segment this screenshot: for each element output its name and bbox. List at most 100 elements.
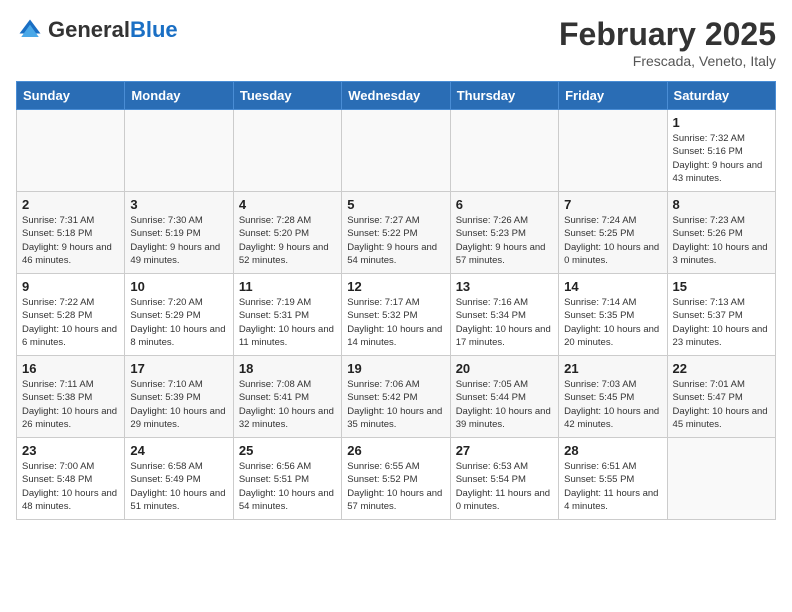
day-info: Sunrise: 6:58 AM Sunset: 5:49 PM Dayligh…: [130, 460, 227, 513]
calendar-day-cell: 2 Sunrise: 7:31 AM Sunset: 5:18 PM Daylig…: [17, 192, 125, 274]
day-info: Sunrise: 6:56 AM Sunset: 5:51 PM Dayligh…: [239, 460, 336, 513]
calendar-header-row: SundayMondayTuesdayWednesdayThursdayFrid…: [17, 82, 776, 110]
calendar-day-cell: [17, 110, 125, 192]
day-info: Sunrise: 6:51 AM Sunset: 5:55 PM Dayligh…: [564, 460, 661, 513]
day-of-week-header: Sunday: [17, 82, 125, 110]
calendar-day-cell: 14 Sunrise: 7:14 AM Sunset: 5:35 PM Dayli…: [559, 274, 667, 356]
calendar-day-cell: 4 Sunrise: 7:28 AM Sunset: 5:20 PM Daylig…: [233, 192, 341, 274]
day-info: Sunrise: 7:19 AM Sunset: 5:31 PM Dayligh…: [239, 296, 336, 349]
day-info: Sunrise: 7:05 AM Sunset: 5:44 PM Dayligh…: [456, 378, 553, 431]
calendar-day-cell: 26 Sunrise: 6:55 AM Sunset: 5:52 PM Dayli…: [342, 438, 450, 520]
day-info: Sunrise: 7:03 AM Sunset: 5:45 PM Dayligh…: [564, 378, 661, 431]
day-number: 11: [239, 279, 336, 294]
day-info: Sunrise: 7:13 AM Sunset: 5:37 PM Dayligh…: [673, 296, 770, 349]
calendar-day-cell: 19Sunrise: 7:06 AM Sunset: 5:42 PM Dayli…: [342, 356, 450, 438]
calendar-day-cell: 15 Sunrise: 7:13 AM Sunset: 5:37 PM Dayli…: [667, 274, 775, 356]
calendar-day-cell: [125, 110, 233, 192]
calendar-day-cell: 11 Sunrise: 7:19 AM Sunset: 5:31 PM Dayli…: [233, 274, 341, 356]
day-number: 6: [456, 197, 553, 212]
calendar-day-cell: 18 Sunrise: 7:08 AM Sunset: 5:41 PM Dayli…: [233, 356, 341, 438]
calendar-week-row: 9 Sunrise: 7:22 AM Sunset: 5:28 PM Daylig…: [17, 274, 776, 356]
day-info: Sunrise: 7:14 AM Sunset: 5:35 PM Dayligh…: [564, 296, 661, 349]
day-info: Sunrise: 7:28 AM Sunset: 5:20 PM Dayligh…: [239, 214, 336, 267]
day-info: Sunrise: 7:20 AM Sunset: 5:29 PM Dayligh…: [130, 296, 227, 349]
calendar-day-cell: 24 Sunrise: 6:58 AM Sunset: 5:49 PM Dayli…: [125, 438, 233, 520]
day-info: Sunrise: 7:17 AM Sunset: 5:32 PM Dayligh…: [347, 296, 444, 349]
location-text: Frescada, Veneto, Italy: [559, 53, 776, 69]
day-number: 16: [22, 361, 119, 376]
calendar-week-row: 2 Sunrise: 7:31 AM Sunset: 5:18 PM Daylig…: [17, 192, 776, 274]
day-info: Sunrise: 7:01 AM Sunset: 5:47 PM Dayligh…: [673, 378, 770, 431]
calendar-day-cell: [233, 110, 341, 192]
day-number: 19: [347, 361, 444, 376]
day-number: 18: [239, 361, 336, 376]
calendar-week-row: 1Sunrise: 7:32 AM Sunset: 5:16 PM Daylig…: [17, 110, 776, 192]
day-of-week-header: Friday: [559, 82, 667, 110]
calendar-day-cell: 22 Sunrise: 7:01 AM Sunset: 5:47 PM Dayli…: [667, 356, 775, 438]
day-number: 17: [130, 361, 227, 376]
day-info: Sunrise: 7:11 AM Sunset: 5:38 PM Dayligh…: [22, 378, 119, 431]
logo-blue-text: Blue: [130, 18, 178, 42]
calendar-day-cell: 12 Sunrise: 7:17 AM Sunset: 5:32 PM Dayli…: [342, 274, 450, 356]
day-number: 26: [347, 443, 444, 458]
day-number: 28: [564, 443, 661, 458]
calendar-day-cell: [342, 110, 450, 192]
day-number: 21: [564, 361, 661, 376]
logo: GeneralBlue: [16, 16, 178, 44]
calendar-day-cell: 13 Sunrise: 7:16 AM Sunset: 5:34 PM Dayli…: [450, 274, 558, 356]
day-number: 23: [22, 443, 119, 458]
calendar-week-row: 16 Sunrise: 7:11 AM Sunset: 5:38 PM Dayli…: [17, 356, 776, 438]
day-number: 14: [564, 279, 661, 294]
calendar-day-cell: 28 Sunrise: 6:51 AM Sunset: 5:55 PM Dayli…: [559, 438, 667, 520]
day-number: 4: [239, 197, 336, 212]
day-number: 24: [130, 443, 227, 458]
day-number: 20: [456, 361, 553, 376]
day-info: Sunrise: 7:32 AM Sunset: 5:16 PM Dayligh…: [673, 132, 770, 185]
calendar-week-row: 23 Sunrise: 7:00 AM Sunset: 5:48 PM Dayli…: [17, 438, 776, 520]
calendar-day-cell: 10Sunrise: 7:20 AM Sunset: 5:29 PM Dayli…: [125, 274, 233, 356]
title-block: February 2025 Frescada, Veneto, Italy: [559, 16, 776, 69]
day-of-week-header: Wednesday: [342, 82, 450, 110]
calendar-day-cell: 9 Sunrise: 7:22 AM Sunset: 5:28 PM Daylig…: [17, 274, 125, 356]
page-header: GeneralBlue February 2025 Frescada, Vene…: [16, 16, 776, 69]
calendar-day-cell: 6Sunrise: 7:26 AM Sunset: 5:23 PM Daylig…: [450, 192, 558, 274]
day-number: 22: [673, 361, 770, 376]
day-number: 15: [673, 279, 770, 294]
day-number: 12: [347, 279, 444, 294]
logo-general-text: General: [48, 18, 130, 42]
logo-icon: [16, 16, 44, 44]
calendar-day-cell: 8 Sunrise: 7:23 AM Sunset: 5:26 PM Daylig…: [667, 192, 775, 274]
day-info: Sunrise: 7:10 AM Sunset: 5:39 PM Dayligh…: [130, 378, 227, 431]
day-of-week-header: Thursday: [450, 82, 558, 110]
day-info: Sunrise: 7:23 AM Sunset: 5:26 PM Dayligh…: [673, 214, 770, 267]
calendar-day-cell: 27Sunrise: 6:53 AM Sunset: 5:54 PM Dayli…: [450, 438, 558, 520]
day-info: Sunrise: 6:55 AM Sunset: 5:52 PM Dayligh…: [347, 460, 444, 513]
day-info: Sunrise: 7:27 AM Sunset: 5:22 PM Dayligh…: [347, 214, 444, 267]
day-number: 7: [564, 197, 661, 212]
day-info: Sunrise: 6:53 AM Sunset: 5:54 PM Dayligh…: [456, 460, 553, 513]
day-info: Sunrise: 7:30 AM Sunset: 5:19 PM Dayligh…: [130, 214, 227, 267]
day-number: 5: [347, 197, 444, 212]
calendar-day-cell: [667, 438, 775, 520]
day-of-week-header: Tuesday: [233, 82, 341, 110]
calendar-day-cell: 7 Sunrise: 7:24 AM Sunset: 5:25 PM Daylig…: [559, 192, 667, 274]
day-number: 13: [456, 279, 553, 294]
calendar-day-cell: [450, 110, 558, 192]
day-info: Sunrise: 7:22 AM Sunset: 5:28 PM Dayligh…: [22, 296, 119, 349]
day-info: Sunrise: 7:16 AM Sunset: 5:34 PM Dayligh…: [456, 296, 553, 349]
day-info: Sunrise: 7:08 AM Sunset: 5:41 PM Dayligh…: [239, 378, 336, 431]
calendar-day-cell: 5 Sunrise: 7:27 AM Sunset: 5:22 PM Daylig…: [342, 192, 450, 274]
calendar-day-cell: [559, 110, 667, 192]
calendar-day-cell: 25Sunrise: 6:56 AM Sunset: 5:51 PM Dayli…: [233, 438, 341, 520]
calendar-day-cell: 23 Sunrise: 7:00 AM Sunset: 5:48 PM Dayli…: [17, 438, 125, 520]
calendar-day-cell: 3 Sunrise: 7:30 AM Sunset: 5:19 PM Daylig…: [125, 192, 233, 274]
day-number: 2: [22, 197, 119, 212]
day-info: Sunrise: 7:24 AM Sunset: 5:25 PM Dayligh…: [564, 214, 661, 267]
day-number: 9: [22, 279, 119, 294]
day-number: 3: [130, 197, 227, 212]
day-info: Sunrise: 7:00 AM Sunset: 5:48 PM Dayligh…: [22, 460, 119, 513]
day-of-week-header: Saturday: [667, 82, 775, 110]
day-number: 8: [673, 197, 770, 212]
calendar-day-cell: 17 Sunrise: 7:10 AM Sunset: 5:39 PM Dayli…: [125, 356, 233, 438]
day-info: Sunrise: 7:31 AM Sunset: 5:18 PM Dayligh…: [22, 214, 119, 267]
